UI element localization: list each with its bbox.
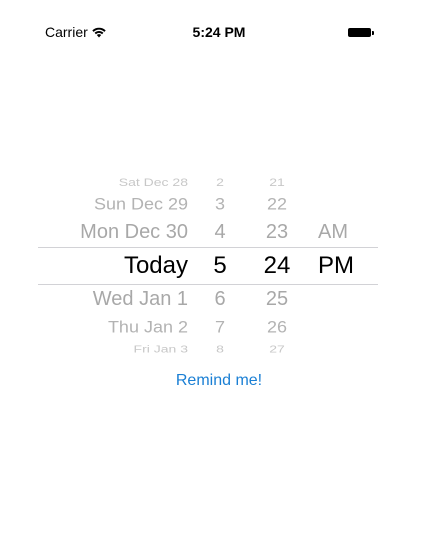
- picker-minute-cell: 26: [266, 317, 288, 336]
- picker-minute-cell: 23: [265, 221, 289, 244]
- picker-hour-cell: 7: [214, 317, 225, 336]
- picker-row[interactable]: Wed Jan 1 6 25: [38, 287, 378, 311]
- picker-ampm-cell: PM: [318, 252, 354, 280]
- battery-icon: [348, 28, 371, 37]
- picker-date-cell: Thu Jan 2: [107, 317, 188, 336]
- picker-hour-cell: 8: [216, 343, 224, 355]
- picker-date-cell: Sat Dec 28: [118, 175, 188, 189]
- picker-row[interactable]: Thu Jan 2 7 26: [38, 317, 378, 337]
- picker-hour-cell: 6: [214, 288, 226, 311]
- status-bar: Carrier 5:24 PM: [0, 0, 438, 40]
- battery-tip: [372, 31, 374, 35]
- picker-row[interactable]: Fri Jan 3 8 27: [38, 343, 378, 355]
- picker-row[interactable]: Mon Dec 30 4 23 AM: [38, 220, 378, 244]
- picker-minute-cell: 27: [269, 343, 285, 355]
- picker-selected-row[interactable]: Today 5 24 PM: [38, 252, 378, 281]
- picker-hour-cell: 4: [214, 221, 226, 244]
- picker-date-cell: Mon Dec 30: [80, 221, 188, 244]
- picker-minute-cell: 22: [266, 194, 288, 213]
- picker-selection-bottom-line: [38, 284, 378, 285]
- picker-row[interactable]: Sat Dec 28 2 21: [38, 176, 378, 189]
- picker-minute-cell: 25: [265, 288, 289, 311]
- picker-date-cell: Fri Jan 3: [133, 343, 188, 355]
- remind-me-button[interactable]: Remind me!: [0, 372, 438, 390]
- picker-date-cell: Today: [123, 252, 188, 280]
- picker-minute-cell: 24: [263, 252, 291, 280]
- picker-hour-cell: 3: [214, 194, 225, 213]
- picker-date-cell: Sun Dec 29: [93, 194, 188, 213]
- picker-selection-top-line: [38, 247, 378, 248]
- picker-row[interactable]: Sun Dec 29 3 22: [38, 194, 378, 214]
- date-time-picker[interactable]: Fri Dec 27120Sat Dec 28221Sun Dec 29322M…: [38, 160, 378, 360]
- picker-minute-cell: 21: [269, 175, 285, 189]
- picker-date-cell: Wed Jan 1: [92, 288, 188, 311]
- picker-ampm-cell: AM: [318, 221, 348, 244]
- picker-hour-cell: 2: [216, 175, 224, 189]
- picker-hour-cell: 5: [213, 252, 227, 280]
